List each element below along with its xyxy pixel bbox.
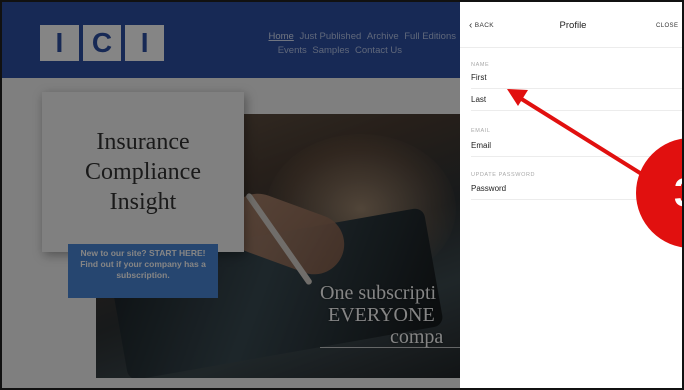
background-website: I C I Home Just Published Archive Full E…: [2, 2, 460, 388]
modal-overlay[interactable]: [2, 2, 460, 388]
first-name-field[interactable]: First: [471, 67, 682, 89]
screenshot-frame: I C I Home Just Published Archive Full E…: [0, 0, 684, 390]
panel-header: ‹ BACK Profile CLOSE: [460, 2, 682, 48]
panel-title: Profile: [559, 20, 587, 31]
last-name-field[interactable]: Last: [471, 89, 682, 111]
close-button[interactable]: CLOSE: [656, 23, 678, 29]
email-section-label: EMAIL: [471, 128, 491, 134]
